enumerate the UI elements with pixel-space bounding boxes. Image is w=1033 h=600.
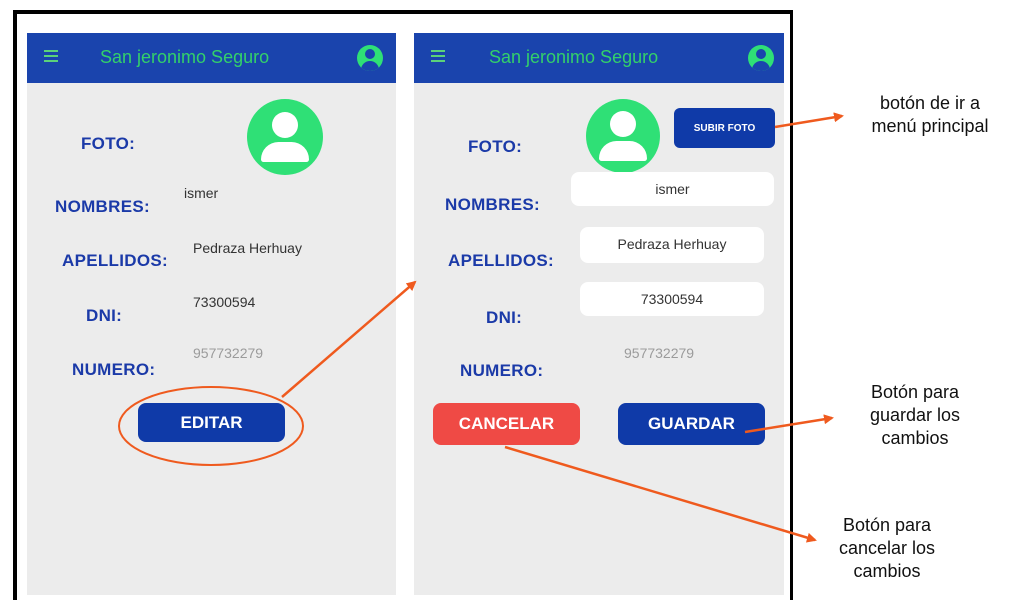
note-line: guardar los	[869, 405, 961, 425]
annotation-arrows	[118, 112, 844, 543]
note-menu-principal: botón de ir a menú principal	[845, 92, 1015, 138]
note-line: menú principal	[871, 116, 989, 136]
arrow-cancelar-note	[504, 445, 817, 543]
note-cancelar: Botón para cancelar los cambios	[812, 514, 962, 583]
note-line: cambios	[853, 561, 921, 581]
editar-highlight-ellipse	[118, 386, 304, 466]
note-guardar: Botón para guardar los cambios	[840, 381, 990, 450]
arrow-subir-foto-note	[774, 112, 844, 129]
arrow-editar-to-edit-screen	[281, 280, 417, 398]
note-line: cambios	[881, 428, 949, 448]
note-line: Botón para	[842, 515, 932, 535]
note-line: Botón para	[870, 382, 960, 402]
arrow-guardar-note	[744, 414, 834, 434]
note-line: cancelar los	[838, 538, 936, 558]
note-line: botón de ir a	[879, 93, 981, 113]
